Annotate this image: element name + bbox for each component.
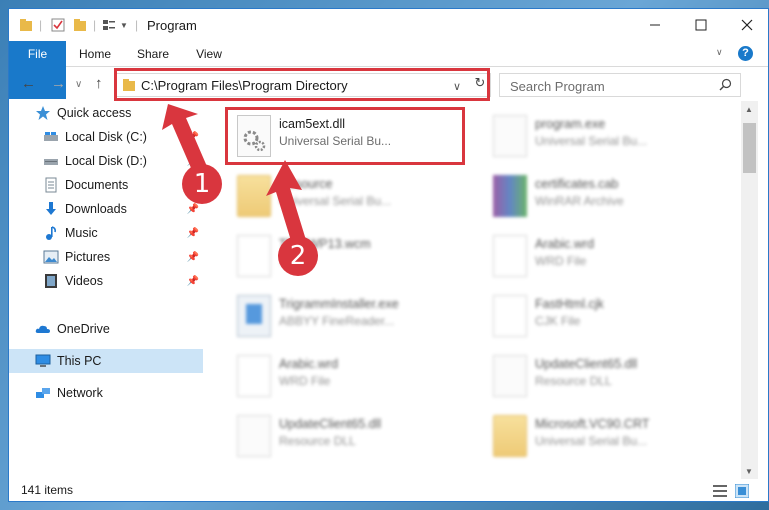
arrow-to-file bbox=[266, 160, 306, 244]
annotation-arrows bbox=[162, 104, 306, 244]
step-badge-2: 2 bbox=[278, 236, 318, 276]
step-badge-1: 1 bbox=[182, 164, 222, 204]
